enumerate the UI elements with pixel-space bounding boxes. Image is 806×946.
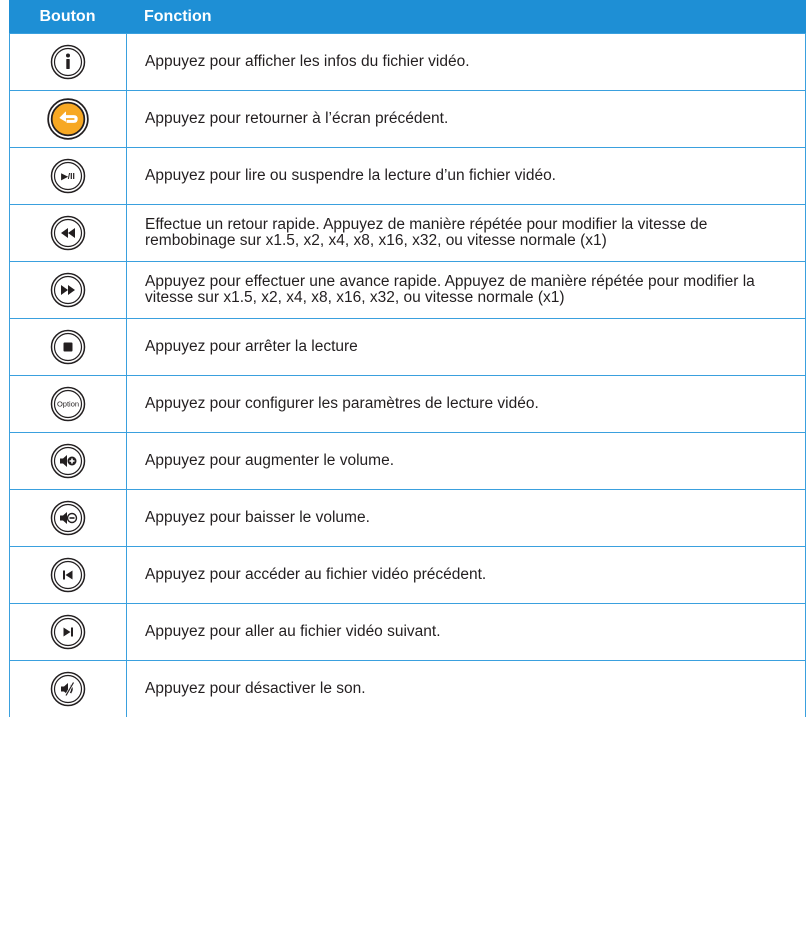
table-header: Bouton Fonction [9, 0, 806, 33]
table-row: Appuyez pour retourner à l’écran précéde… [9, 90, 806, 147]
volume-down-icon [50, 500, 86, 536]
button-cell [10, 547, 127, 603]
button-cell [10, 433, 127, 489]
function-description: Appuyez pour arrêter la lecture [145, 338, 358, 355]
previous-icon [50, 557, 86, 593]
table-row: Appuyez pour effectuer une avance rapide… [9, 261, 806, 318]
back-icon [47, 98, 89, 140]
play-pause-label: ▶/II [60, 171, 75, 181]
button-cell [10, 661, 127, 717]
table-row: Appuyez pour baisser le volume. [9, 489, 806, 546]
table-row: Effectue un retour rapide. Appuyez de ma… [9, 204, 806, 261]
play-pause-icon: ▶/II [50, 158, 86, 194]
function-description: Appuyez pour retourner à l’écran précéde… [145, 110, 449, 127]
table-row: Appuyez pour arrêter la lecture [9, 318, 806, 375]
volume-up-icon [50, 443, 86, 479]
table-row: Appuyez pour aller au fichier vidéo suiv… [9, 603, 806, 660]
table-row: Option Appuyez pour configurer les param… [9, 375, 806, 432]
button-cell: Option [10, 376, 127, 432]
button-cell [10, 319, 127, 375]
rewind-icon [50, 215, 86, 251]
function-description: Appuyez pour lire ou suspendre la lectur… [145, 167, 556, 184]
table-row: Appuyez pour afficher les infos du fichi… [9, 33, 806, 90]
button-function-table: Bouton Fonction Appuyez pour afficher le… [9, 0, 806, 717]
table-row: ▶/II Appuyez pour lire ou suspendre la l… [9, 147, 806, 204]
function-description: Appuyez pour afficher les infos du fichi… [145, 53, 470, 70]
option-label: Option [57, 400, 79, 409]
next-icon [50, 614, 86, 650]
button-cell [10, 490, 127, 546]
fast-forward-icon [50, 272, 86, 308]
function-description: Appuyez pour accéder au fichier vidéo pr… [145, 566, 487, 583]
function-description: Effectue un retour rapide. Appuyez de ma… [145, 216, 708, 249]
header-button-column: Bouton [39, 7, 96, 25]
function-description: Appuyez pour baisser le volume. [145, 509, 370, 526]
header-function-column: Fonction [144, 7, 212, 25]
stop-icon [50, 329, 86, 365]
button-cell [10, 91, 127, 147]
button-cell: ▶/II [10, 148, 127, 204]
function-description: Appuyez pour augmenter le volume. [145, 452, 395, 469]
button-cell [10, 34, 127, 90]
button-cell [10, 262, 127, 318]
function-description: Appuyez pour configurer les paramètres d… [145, 395, 539, 412]
button-cell [10, 604, 127, 660]
function-description: Appuyez pour désactiver le son. [145, 680, 366, 697]
table-row: Appuyez pour accéder au fichier vidéo pr… [9, 546, 806, 603]
function-description: Appuyez pour aller au fichier vidéo suiv… [145, 623, 441, 640]
info-icon [50, 44, 86, 80]
table-row: Appuyez pour augmenter le volume. [9, 432, 806, 489]
mute-icon [50, 671, 86, 707]
table-row: Appuyez pour désactiver le son. [9, 660, 806, 717]
button-cell [10, 205, 127, 261]
function-description: Appuyez pour effectuer une avance rapide… [145, 273, 755, 306]
option-icon: Option [50, 386, 86, 422]
